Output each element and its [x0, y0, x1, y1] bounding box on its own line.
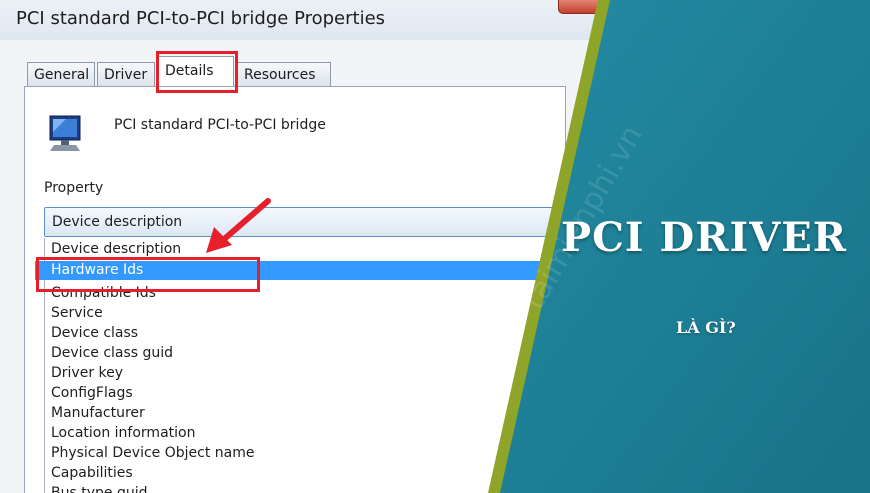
banner-subtitle: LÀ GÌ? — [676, 318, 736, 337]
banner-title: PCI DRIVER — [561, 214, 847, 261]
